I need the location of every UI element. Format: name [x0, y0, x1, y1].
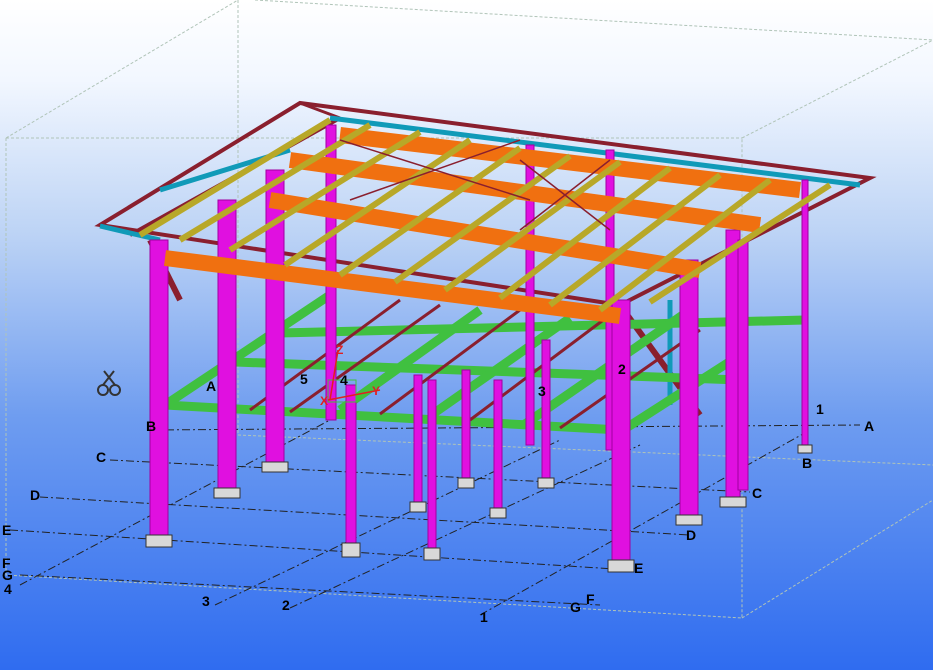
grid-label-4: 4: [340, 372, 348, 388]
work-area-box: [5, 0, 933, 619]
grid-label-front-3: 3: [202, 593, 210, 609]
grid-label-left-c: C: [96, 449, 106, 465]
grid-label-front-f: F: [586, 591, 595, 607]
grid-label-a: A: [206, 378, 216, 394]
grid-label-right-a: A: [864, 418, 874, 434]
scissors-icon[interactable]: [97, 370, 121, 396]
axis-z-label: Z: [336, 343, 343, 357]
grid-label-right-b: B: [802, 455, 812, 471]
axis-y-label: Y: [372, 384, 380, 398]
grid-label-right-c: C: [752, 485, 762, 501]
grid-label-right-d: D: [686, 527, 696, 543]
grid-label-5: 5: [300, 371, 308, 387]
grid-label-1: 1: [816, 401, 824, 417]
grid-label-left-e: E: [2, 522, 11, 538]
grid-label-front-1: 1: [480, 609, 488, 625]
grid-label-3: 3: [538, 383, 546, 399]
grid-label-left-d: D: [30, 487, 40, 503]
grid-label-front-2: 2: [282, 597, 290, 613]
axis-x-label: X: [320, 394, 328, 408]
floor-beams: [162, 291, 806, 436]
grid-label-front-4: 4: [4, 581, 12, 597]
model-viewport[interactable]: X Y Z A B C D E C D E F G 4 3 2 1 F G A …: [0, 0, 933, 670]
grid-label-b-left: B: [146, 418, 156, 434]
base-plates: [145, 444, 813, 573]
grid-label-right-e: E: [634, 560, 643, 576]
grid-label-2: 2: [618, 361, 626, 377]
grid-label-front-g: G: [570, 599, 581, 615]
structure-3d-view[interactable]: X Y Z A B C D E C D E F G 4 3 2 1 F G A …: [0, 0, 933, 670]
